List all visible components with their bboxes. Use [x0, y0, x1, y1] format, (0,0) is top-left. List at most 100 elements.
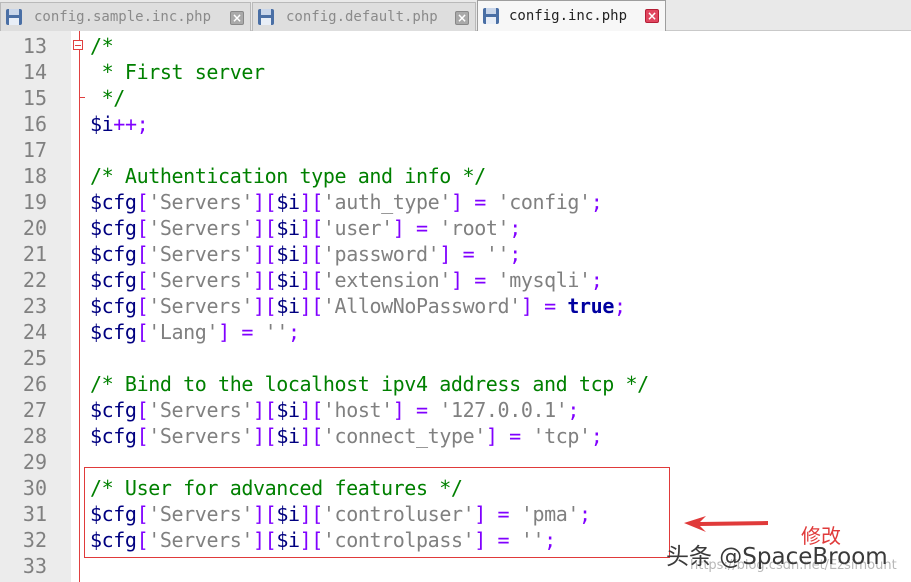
code-token: 'tcp': [532, 424, 590, 448]
tab-config-default[interactable]: config.default.php ×: [252, 2, 476, 31]
code-token: [: [137, 268, 149, 292]
code-token: $i: [276, 268, 299, 292]
code-token: [: [137, 320, 149, 344]
tab-label: config.default.php: [286, 9, 438, 25]
tab-bar: config.sample.inc.php × config.default.p…: [0, 0, 911, 31]
code-line[interactable]: $i++;: [90, 111, 148, 137]
code-token: ;: [567, 398, 579, 422]
code-token: 'host': [323, 398, 393, 422]
code-token: ] =: [218, 320, 265, 344]
save-file-icon: [482, 7, 500, 25]
line-number: 17: [0, 137, 47, 163]
line-number: 27: [0, 397, 47, 423]
code-token: ][: [253, 424, 276, 448]
code-token: 'Servers': [148, 398, 253, 422]
code-token: $cfg: [90, 216, 137, 240]
code-token: 'AllowNoPassword': [323, 294, 521, 318]
line-number: 33: [0, 553, 47, 579]
line-number: 15: [0, 85, 47, 111]
code-token: 'Servers': [148, 242, 253, 266]
code-line[interactable]: $cfg['Servers'][$i]['user'] = 'root';: [90, 215, 521, 241]
code-token: 'mysqli': [498, 268, 591, 292]
code-token: 'password': [323, 242, 439, 266]
tab-config-inc[interactable]: config.inc.php ×: [477, 0, 666, 31]
code-token: $i: [276, 190, 299, 214]
code-token: ] =: [439, 242, 486, 266]
code-token: ] =: [451, 268, 498, 292]
code-token: $i: [276, 216, 299, 240]
line-number: 14: [0, 59, 47, 85]
line-number: 31: [0, 501, 47, 527]
code-token: ][: [253, 242, 276, 266]
code-token: $cfg: [90, 320, 137, 344]
line-number: 26: [0, 371, 47, 397]
fold-toggle-icon[interactable]: [73, 40, 83, 50]
code-token: ] =: [393, 216, 440, 240]
save-file-icon: [5, 8, 23, 26]
line-number: 32: [0, 527, 47, 553]
line-number: 22: [0, 267, 47, 293]
code-token: $i: [276, 424, 299, 448]
code-token: /* Bind to the localhost ipv4 address an…: [90, 372, 649, 396]
code-token: '': [486, 242, 509, 266]
tab-label: config.inc.php: [509, 8, 627, 24]
code-token: ][: [300, 268, 323, 292]
code-line[interactable]: $cfg['Servers'][$i]['host'] = '127.0.0.1…: [90, 397, 579, 423]
code-token: '': [265, 320, 288, 344]
code-token: [: [137, 424, 149, 448]
line-number: 20: [0, 215, 47, 241]
code-token: ] =: [393, 398, 440, 422]
line-number: 30: [0, 475, 47, 501]
code-token: ][: [253, 294, 276, 318]
code-line[interactable]: $cfg['Servers'][$i]['auth_type'] = 'conf…: [90, 189, 602, 215]
code-token: ][: [300, 398, 323, 422]
tab-config-sample[interactable]: config.sample.inc.php ×: [0, 2, 251, 31]
code-token: /*: [90, 34, 113, 58]
code-token: ;: [509, 242, 521, 266]
code-line[interactable]: /* Authentication type and info */: [90, 163, 486, 189]
code-token: 'Servers': [148, 190, 253, 214]
code-token: $cfg: [90, 398, 137, 422]
line-number: 16: [0, 111, 47, 137]
code-line[interactable]: $cfg['Servers'][$i]['password'] = '';: [90, 241, 521, 267]
code-line[interactable]: $cfg['Servers'][$i]['connect_type'] = 't…: [90, 423, 602, 449]
code-line[interactable]: $cfg['Lang'] = '';: [90, 319, 300, 345]
code-line[interactable]: $cfg['Servers'][$i]['extension'] = 'mysq…: [90, 267, 602, 293]
code-line[interactable]: $cfg['Servers'][$i]['AllowNoPassword'] =…: [90, 293, 626, 319]
code-token: $i: [90, 112, 113, 136]
code-token: $cfg: [90, 190, 137, 214]
code-token: [: [137, 242, 149, 266]
fold-line: [79, 31, 80, 582]
code-token: ][: [300, 242, 323, 266]
code-token: 'Servers': [148, 216, 253, 240]
code-token: ][: [300, 216, 323, 240]
code-token: 'connect_type': [323, 424, 486, 448]
code-token: ][: [253, 268, 276, 292]
code-token: 'root': [439, 216, 509, 240]
fold-end-marker: [79, 97, 85, 98]
code-token: [: [137, 294, 149, 318]
arrow-icon: [684, 514, 774, 534]
code-token: ] =: [486, 424, 533, 448]
code-token: ] =: [451, 190, 498, 214]
code-token: ][: [300, 190, 323, 214]
line-number: 29: [0, 449, 47, 475]
code-token: 'Servers': [148, 424, 253, 448]
code-token: ;: [591, 268, 603, 292]
code-token: $cfg: [90, 294, 137, 318]
code-token: /* Authentication type and info */: [90, 164, 486, 188]
code-token: 'Servers': [148, 268, 253, 292]
code-token: 'Servers': [148, 294, 253, 318]
line-number: 24: [0, 319, 47, 345]
code-token: $cfg: [90, 268, 137, 292]
close-tab-icon[interactable]: ×: [230, 11, 244, 25]
code-line[interactable]: /*: [90, 33, 113, 59]
close-tab-icon[interactable]: ×: [645, 9, 659, 23]
close-tab-icon[interactable]: ×: [455, 11, 469, 25]
code-line[interactable]: */: [90, 85, 125, 111]
save-file-icon: [257, 8, 275, 26]
tab-label: config.sample.inc.php: [34, 9, 211, 25]
code-line[interactable]: * First server: [90, 59, 265, 85]
line-number: 23: [0, 293, 47, 319]
code-line[interactable]: /* Bind to the localhost ipv4 address an…: [90, 371, 649, 397]
